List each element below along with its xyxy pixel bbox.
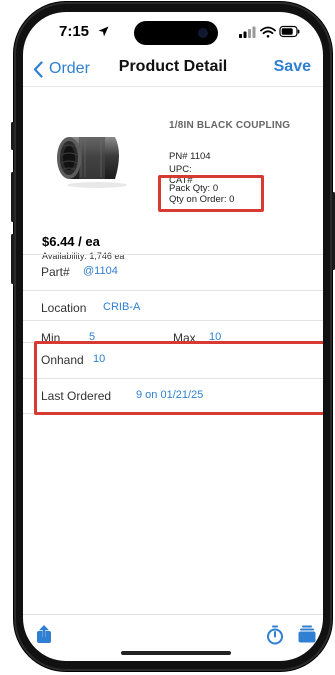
location-value[interactable]: CRIB-A xyxy=(103,301,140,313)
location-label: Location xyxy=(41,301,87,315)
phone-frame: 7:15 Order Product Detail Save 1/8IN BLA… xyxy=(11,2,335,671)
timer-icon[interactable] xyxy=(266,625,284,645)
share-icon[interactable] xyxy=(36,625,52,644)
app-screen: 7:15 Order Product Detail Save 1/8IN BLA… xyxy=(23,12,323,661)
chevron-left-icon xyxy=(33,60,43,78)
product-image xyxy=(57,137,127,188)
part-number-text: PN# 1104 xyxy=(169,151,211,162)
battery-icon xyxy=(279,25,300,38)
status-bar: 7:15 xyxy=(23,12,323,52)
wifi-icon xyxy=(260,26,276,38)
volume-up-button xyxy=(11,172,14,222)
signal-icon xyxy=(239,26,256,38)
upc-text: UPC: xyxy=(169,164,192,175)
home-indicator[interactable] xyxy=(121,651,231,655)
highlight-box-stock xyxy=(34,341,323,415)
product-name: 1/8IN BLACK COUPLING xyxy=(169,120,291,131)
volume-down-button xyxy=(11,234,14,284)
save-button[interactable]: Save xyxy=(274,58,311,76)
bottom-toolbar xyxy=(23,614,323,661)
location-arrow-icon xyxy=(98,26,109,37)
part-label: Part# xyxy=(41,265,70,279)
status-icons xyxy=(239,25,300,38)
part-row[interactable]: Part# @1104 xyxy=(23,254,323,290)
back-button-label: Order xyxy=(49,60,90,77)
highlight-box-qty xyxy=(158,175,264,212)
dynamic-island xyxy=(134,21,218,45)
stack-icon[interactable] xyxy=(298,625,316,643)
back-button[interactable]: Order xyxy=(33,58,90,80)
navigation-bar: Order Product Detail Save xyxy=(23,52,323,87)
mute-switch xyxy=(11,122,14,150)
part-value[interactable]: @1104 xyxy=(83,265,118,277)
price-text: $6.44 / ea xyxy=(42,234,100,249)
status-time: 7:15 xyxy=(59,23,90,40)
